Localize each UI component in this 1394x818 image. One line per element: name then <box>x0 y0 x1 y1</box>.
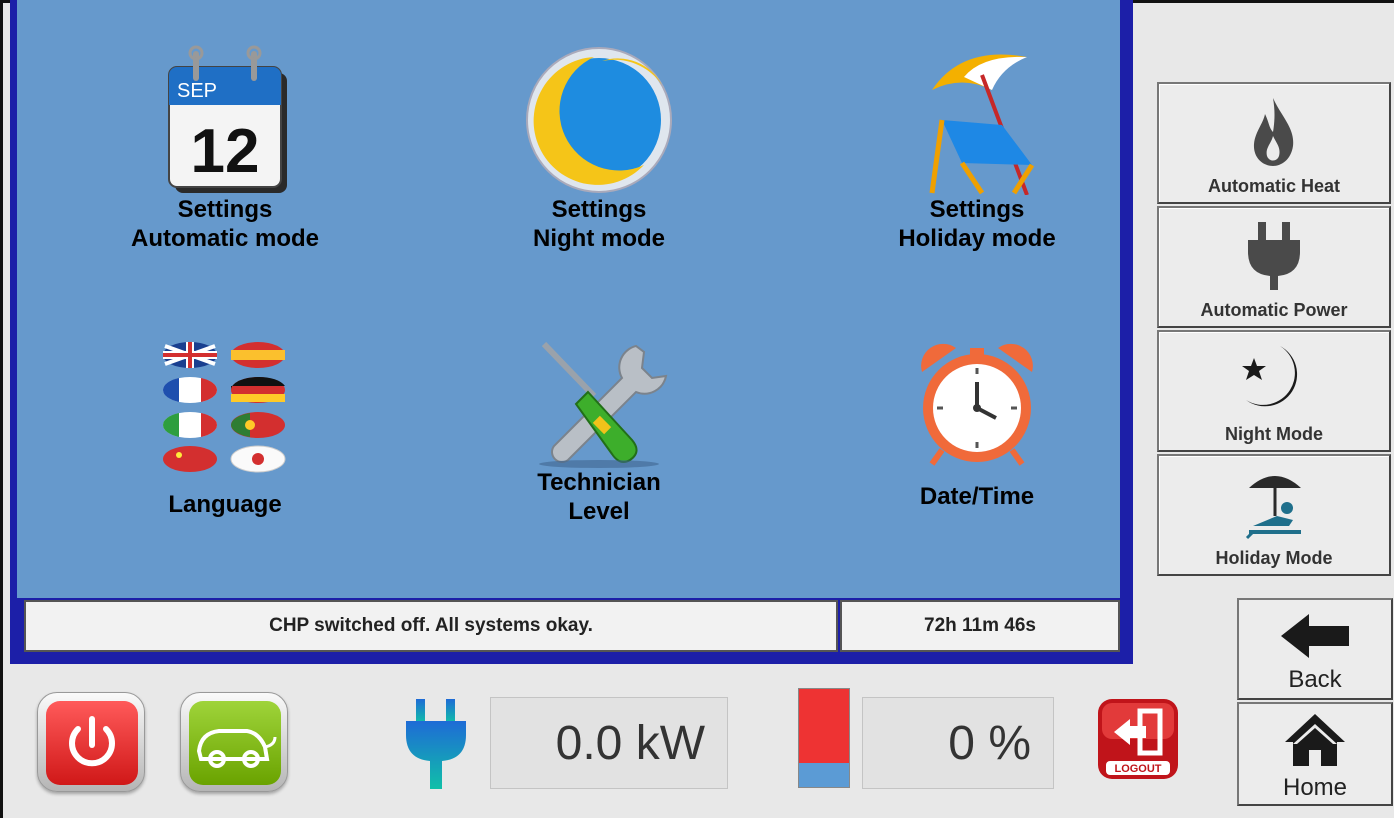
power-readout: 0.0 kW <box>490 697 728 789</box>
status-bar: CHP switched off. All systems okay. 72h … <box>24 600 1120 652</box>
home-icon <box>1285 714 1345 766</box>
logout-button[interactable]: LOGOUT <box>1096 697 1180 781</box>
tile-date-time[interactable]: Date/Time <box>827 338 1127 511</box>
night-mode-button[interactable]: Night Mode <box>1157 330 1391 452</box>
home-label: Home <box>1282 774 1348 801</box>
automatic-heat-button[interactable]: Automatic Heat <box>1157 82 1391 204</box>
tools-icon <box>539 341 668 468</box>
ev-button-face <box>189 701 281 785</box>
tile-label: Settings Night mode <box>533 196 665 252</box>
power-button-face <box>46 701 138 785</box>
arrow-left-icon <box>1281 614 1349 658</box>
ev-charging-button[interactable] <box>180 692 288 792</box>
tile-label: Settings Automatic mode <box>130 196 319 252</box>
status-message: CHP switched off. All systems okay. <box>24 600 838 652</box>
tile-settings-night-mode[interactable]: Settings Night mode <box>449 45 749 253</box>
back-label: Back <box>1288 666 1342 693</box>
logout-icon: LOGOUT <box>1098 699 1178 779</box>
flags-icon <box>162 342 286 473</box>
menu-grid: SEP 12 Settings Automatic mode Settings … <box>17 0 1120 598</box>
svg-text:LOGOUT: LOGOUT <box>1114 763 1161 775</box>
main-panel: SEP 12 Settings Automatic mode Settings … <box>10 0 1133 664</box>
holiday-mode-button[interactable]: Holiday Mode <box>1157 454 1391 576</box>
tile-settings-automatic-mode[interactable]: SEP 12 Settings Automatic mode <box>75 45 375 253</box>
plug-icon <box>1248 222 1300 290</box>
automatic-heat-label: Automatic Heat <box>1207 176 1341 196</box>
tile-label: Date/Time <box>919 483 1035 510</box>
level-bar-fill <box>799 763 849 787</box>
electric-car-icon <box>196 729 277 768</box>
level-readout: 0 % <box>862 697 1054 789</box>
level-bar-empty <box>799 689 849 765</box>
power-button[interactable] <box>37 692 145 792</box>
holiday-mode-label: Holiday Mode <box>1215 548 1333 568</box>
moon-icon <box>526 47 672 193</box>
runtime-counter: 72h 11m 46s <box>840 600 1120 652</box>
tile-label: Technician Level <box>537 469 661 525</box>
tile-label: Language <box>168 491 282 518</box>
home-button[interactable]: Home <box>1237 702 1393 806</box>
calendar-icon: SEP 12 <box>168 45 287 193</box>
night-mode-label: Night Mode <box>1225 424 1323 444</box>
tile-language[interactable]: Language <box>75 338 375 519</box>
beach-chair-icon <box>929 54 1035 195</box>
sunbather-icon <box>1245 476 1301 540</box>
level-bar <box>798 688 850 788</box>
automatic-power-button[interactable]: Automatic Power <box>1157 206 1391 328</box>
plug-gauge-icon <box>406 699 466 789</box>
alarm-clock-icon <box>921 343 1033 466</box>
svg-text:SEP: SEP <box>177 80 217 102</box>
svg-text:12: 12 <box>191 117 260 186</box>
tile-settings-holiday-mode[interactable]: Settings Holiday mode <box>827 45 1127 253</box>
tile-label: Settings Holiday mode <box>898 196 1056 252</box>
power-icon <box>69 716 115 767</box>
automatic-power-label: Automatic Power <box>1200 300 1348 320</box>
moon-star-icon <box>1242 346 1298 407</box>
back-button[interactable]: Back <box>1237 598 1393 700</box>
flame-icon <box>1253 98 1294 166</box>
tile-technician-level[interactable]: Technician Level <box>449 338 749 526</box>
